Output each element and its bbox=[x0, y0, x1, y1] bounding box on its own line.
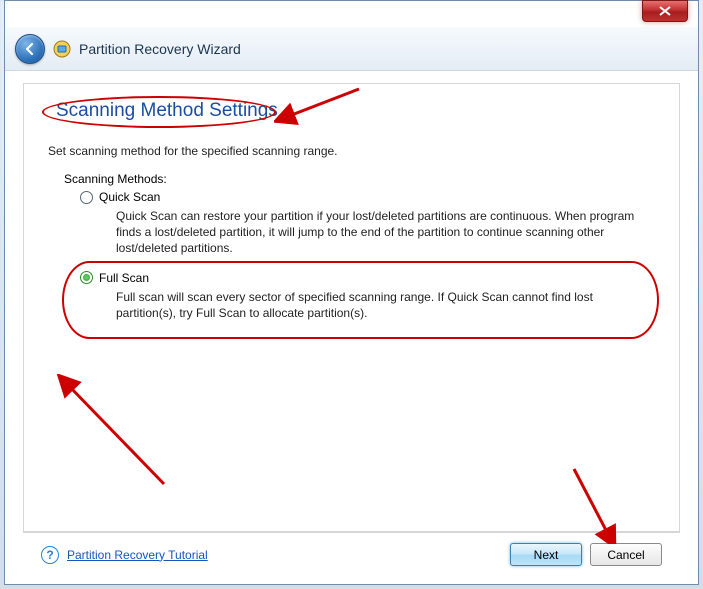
help-icon: ? bbox=[41, 546, 59, 564]
option-desc: Full scan will scan every sector of spec… bbox=[116, 289, 651, 321]
tutorial-link[interactable]: Partition Recovery Tutorial bbox=[67, 548, 208, 562]
radio-full-scan[interactable] bbox=[80, 271, 93, 284]
close-icon bbox=[659, 6, 671, 16]
back-arrow-icon bbox=[22, 41, 38, 57]
back-button[interactable] bbox=[15, 34, 45, 64]
page-subtitle: Set scanning method for the specified sc… bbox=[48, 144, 657, 158]
option-label: Quick Scan bbox=[99, 190, 160, 204]
cancel-button[interactable]: Cancel bbox=[590, 543, 662, 566]
radio-quick-scan[interactable] bbox=[80, 191, 93, 204]
close-button[interactable] bbox=[642, 0, 688, 22]
wizard-dialog: Partition Recovery Wizard Scanning Metho… bbox=[4, 0, 699, 585]
app-icon bbox=[53, 40, 71, 58]
dialog-title: Partition Recovery Wizard bbox=[79, 41, 241, 57]
option-desc: Quick Scan can restore your partition if… bbox=[116, 208, 651, 257]
option-full-scan[interactable]: Full Scan Full scan will scan every sect… bbox=[80, 271, 657, 321]
next-button[interactable]: Next bbox=[510, 543, 582, 566]
option-label: Full Scan bbox=[99, 271, 149, 285]
dialog-footer: ? Partition Recovery Tutorial Next Cance… bbox=[23, 532, 680, 576]
group-label: Scanning Methods: bbox=[64, 172, 657, 186]
dialog-header: Partition Recovery Wizard bbox=[5, 27, 698, 71]
option-quick-scan[interactable]: Quick Scan Quick Scan can restore your p… bbox=[80, 190, 657, 257]
page-heading: Scanning Method Settings bbox=[46, 98, 288, 124]
main-panel: Scanning Method Settings Set scanning me… bbox=[23, 83, 680, 532]
annotation-arrow-fullscan bbox=[54, 374, 174, 494]
